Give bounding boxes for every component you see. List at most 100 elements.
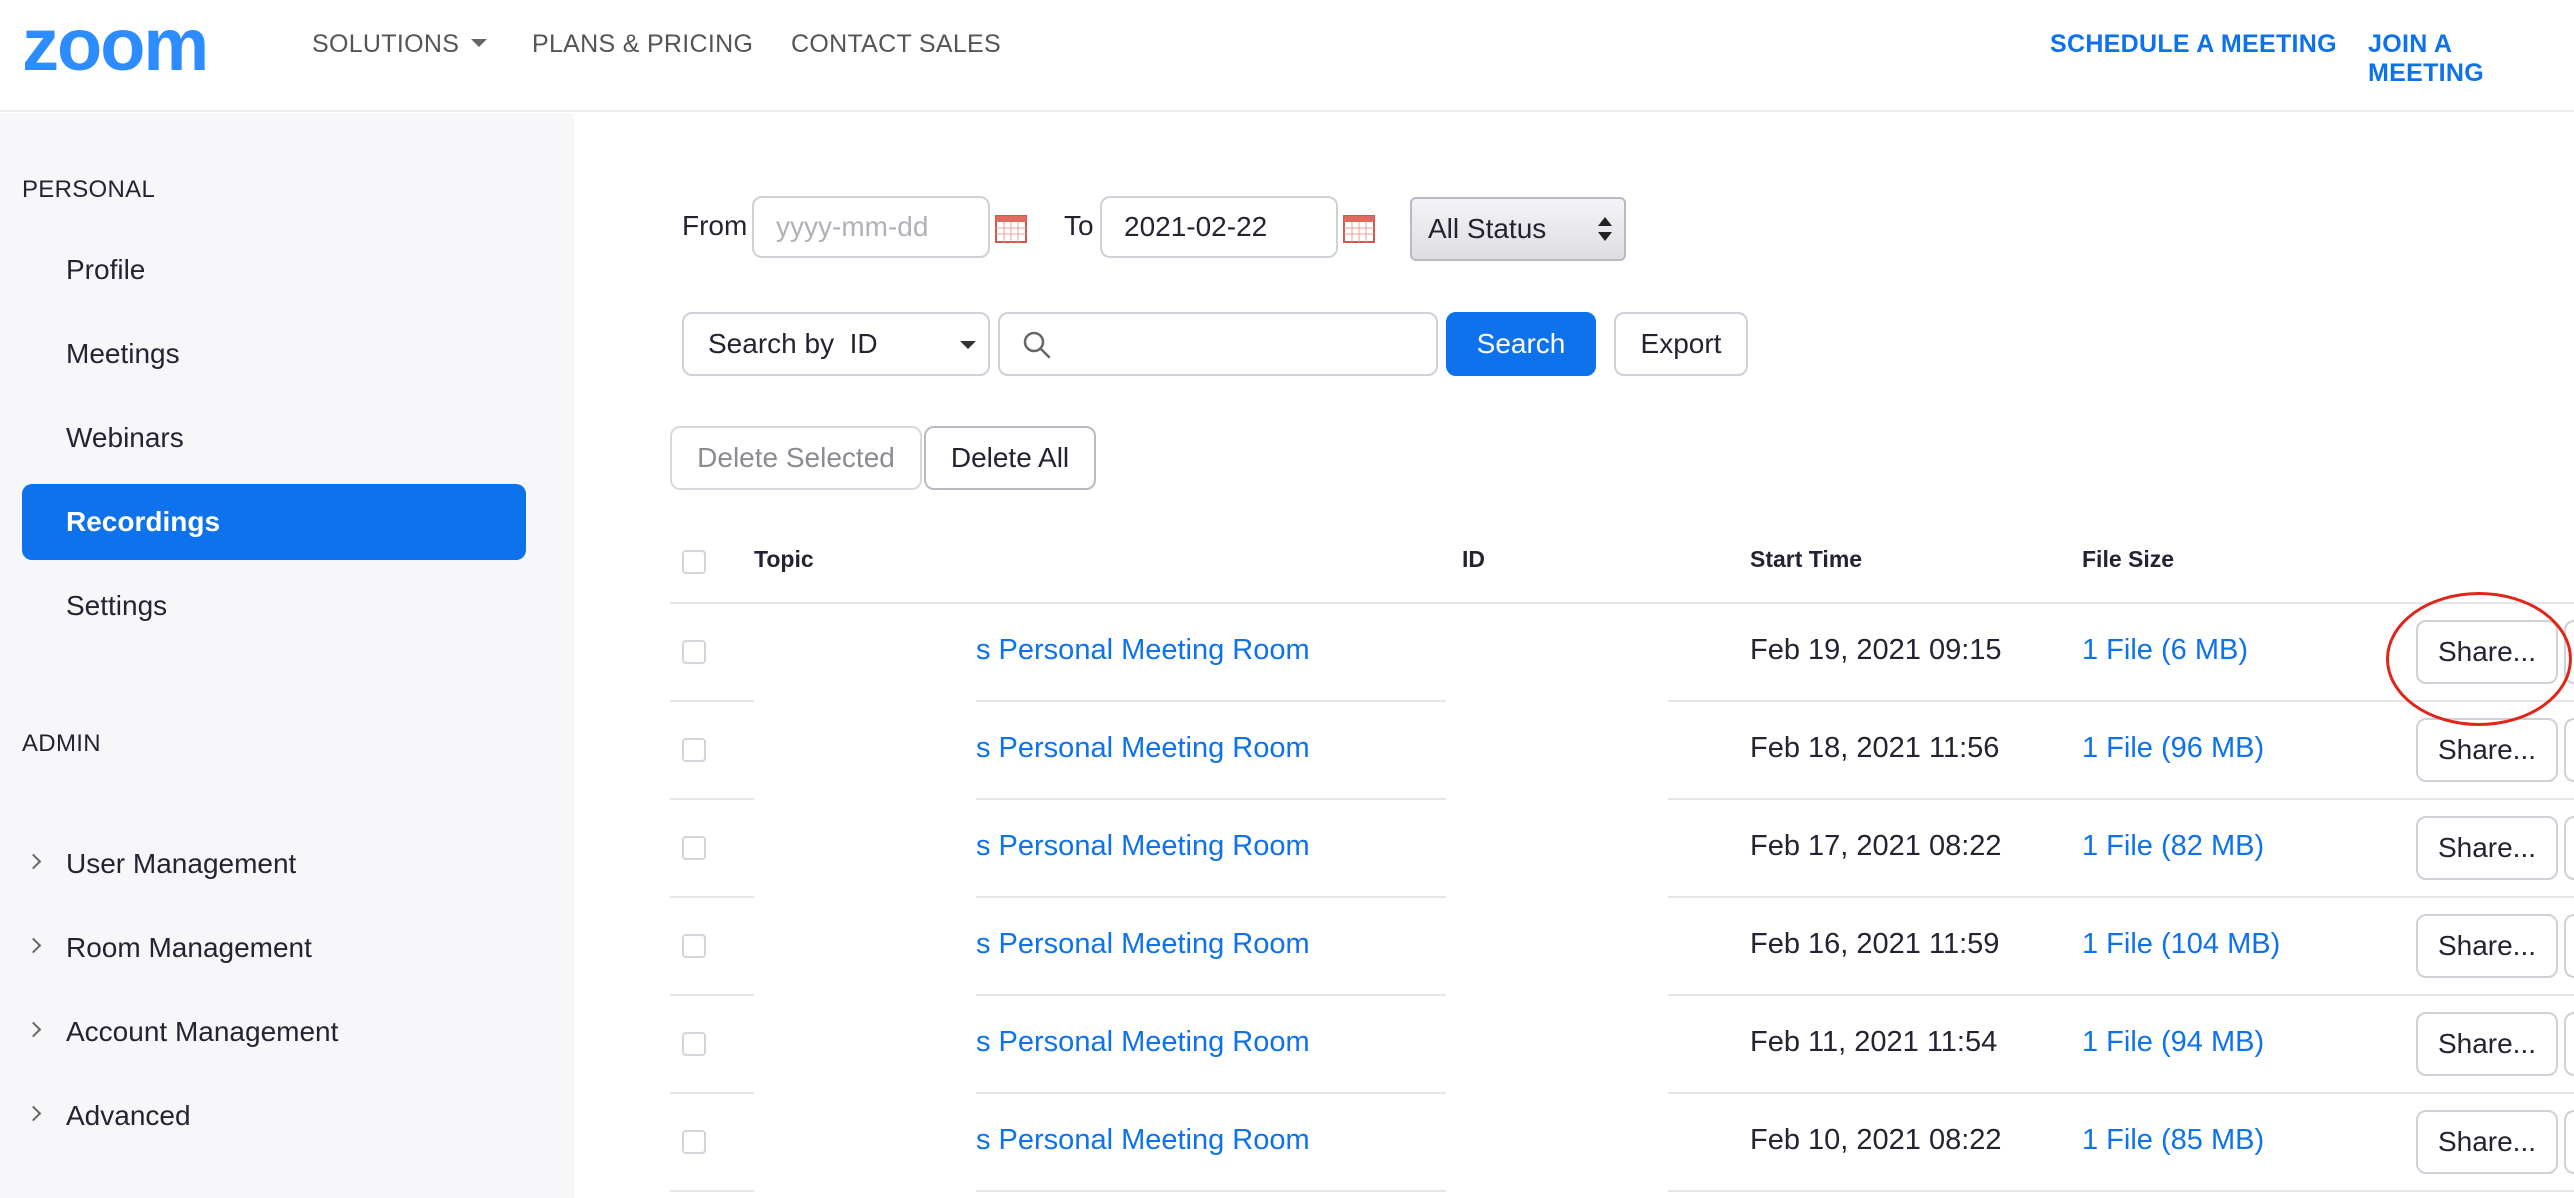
row-divider <box>670 1190 754 1192</box>
search-button[interactable]: Search <box>1446 312 1596 376</box>
search-input-wrapper[interactable] <box>998 312 1438 376</box>
nav-schedule-meeting[interactable]: SCHEDULE A MEETING <box>2050 30 2337 59</box>
recordings-table-header: Topic ID Start Time File Size <box>670 530 2574 604</box>
share-button[interactable]: Share... <box>2416 1110 2558 1174</box>
search-by-value: Search by ID <box>708 328 878 359</box>
sidebar-item-webinars[interactable]: Webinars <box>22 400 526 476</box>
more-button[interactable] <box>2564 1012 2574 1076</box>
export-button[interactable]: Export <box>1614 312 1748 376</box>
recording-file-size-link[interactable]: 1 File (94 MB) <box>2082 1026 2264 1059</box>
select-arrows-icon <box>1598 217 1612 243</box>
chevron-right-icon <box>25 937 42 954</box>
sidebar-item-settings[interactable]: Settings <box>22 568 526 644</box>
column-header-start-time[interactable]: Start Time <box>1750 546 1862 573</box>
share-button[interactable]: Share... <box>2416 718 2558 782</box>
chevron-right-icon <box>25 853 42 870</box>
row-checkbox[interactable] <box>682 836 706 860</box>
table-row: s Personal Meeting Room Feb 10, 2021 08:… <box>670 1094 2574 1192</box>
personal-heading: PERSONAL <box>22 176 156 203</box>
recording-topic-link[interactable]: s Personal Meeting Room <box>976 1124 1310 1157</box>
search-icon <box>1023 331 1051 359</box>
select-all-checkbox[interactable] <box>682 550 706 574</box>
sidebar-item-meetings[interactable]: Meetings <box>22 316 526 392</box>
recording-start-time: Feb 18, 2021 11:56 <box>1750 732 2000 764</box>
highlight-annotation-circle <box>2386 592 2572 726</box>
share-button[interactable]: Share... <box>2416 914 2558 978</box>
column-header-file-size[interactable]: File Size <box>2082 546 2174 573</box>
recording-file-size-link[interactable]: 1 File (96 MB) <box>2082 732 2264 765</box>
sidebar-item-profile[interactable]: Profile <box>22 232 526 308</box>
status-select[interactable]: All Status <box>1410 197 1626 261</box>
more-button[interactable] <box>2564 718 2574 782</box>
table-row: s Personal Meeting Room Feb 16, 2021 11:… <box>670 898 2574 996</box>
recording-topic-link[interactable]: s Personal Meeting Room <box>976 732 1310 765</box>
share-button[interactable]: Share... <box>2416 1012 2558 1076</box>
svg-text:zoom: zoom <box>22 18 207 78</box>
nav-contact-sales[interactable]: CONTACT SALES <box>791 30 1001 59</box>
sidebar-item-label: User Management <box>66 848 297 879</box>
row-checkbox[interactable] <box>682 640 706 664</box>
row-divider <box>976 1190 1446 1192</box>
recording-start-time: Feb 10, 2021 08:22 <box>1750 1124 2002 1156</box>
column-header-topic[interactable]: Topic <box>754 546 814 573</box>
recording-topic-link[interactable]: s Personal Meeting Room <box>976 928 1310 961</box>
table-row: s Personal Meeting Room Feb 18, 2021 11:… <box>670 702 2574 800</box>
status-select-value: All Status <box>1428 213 1547 244</box>
zoom-logo[interactable]: zoom <box>22 18 244 78</box>
nav-join-meeting[interactable]: JOIN A MEETING <box>2368 30 2574 88</box>
recording-file-size-link[interactable]: 1 File (82 MB) <box>2082 830 2264 863</box>
recording-topic-link[interactable]: s Personal Meeting Room <box>976 634 1310 667</box>
sidebar-item-room-management[interactable]: Room Management <box>22 910 526 986</box>
chevron-right-icon <box>25 1105 42 1122</box>
delete-all-button[interactable]: Delete All <box>924 426 1096 490</box>
sidebar-item-advanced[interactable]: Advanced <box>22 1078 526 1154</box>
more-button[interactable] <box>2564 914 2574 978</box>
row-checkbox[interactable] <box>682 738 706 762</box>
more-button[interactable] <box>2564 816 2574 880</box>
search-by-select[interactable]: Search by ID <box>682 312 990 376</box>
recording-start-time: Feb 11, 2021 11:54 <box>1750 1026 1998 1058</box>
calendar-icon[interactable] <box>995 213 1027 243</box>
table-row: s Personal Meeting Room Feb 11, 2021 11:… <box>670 996 2574 1094</box>
share-button[interactable]: Share... <box>2416 816 2558 880</box>
row-checkbox[interactable] <box>682 1130 706 1154</box>
to-label: To <box>1064 210 1094 241</box>
sidebar-item-recordings[interactable]: Recordings <box>22 484 526 560</box>
nav-solutions[interactable]: SOLUTIONS <box>312 30 488 59</box>
sidebar-item-label: Room Management <box>66 932 312 963</box>
delete-selected-button[interactable]: Delete Selected <box>670 426 922 490</box>
sidebar-item-user-management[interactable]: User Management <box>22 826 526 902</box>
from-label: From <box>682 210 748 241</box>
calendar-icon[interactable] <box>1343 213 1375 243</box>
from-date-field[interactable] <box>752 196 990 258</box>
table-row: s Personal Meeting Room Feb 19, 2021 09:… <box>670 604 2574 702</box>
zoom-logo-icon: zoom <box>22 18 209 78</box>
nav-plans-pricing[interactable]: PLANS & PRICING <box>532 30 753 59</box>
sidebar-item-label: Advanced <box>66 1100 191 1131</box>
recording-file-size-link[interactable]: 1 File (85 MB) <box>2082 1124 2264 1157</box>
table-row: s Personal Meeting Room Feb 17, 2021 08:… <box>670 800 2574 898</box>
row-divider <box>1668 1190 2574 1192</box>
sidebar-item-label: Account Management <box>66 1016 339 1047</box>
caret-down-icon <box>960 341 976 349</box>
to-date-field[interactable] <box>1100 196 1338 258</box>
row-checkbox[interactable] <box>682 934 706 958</box>
column-header-id[interactable]: ID <box>1462 546 1485 573</box>
top-navigation-bar: zoom SOLUTIONS PLANS & PRICING CONTACT S… <box>0 0 2574 112</box>
chevron-right-icon <box>25 1021 42 1038</box>
recording-start-time: Feb 19, 2021 09:15 <box>1750 634 2002 666</box>
recording-start-time: Feb 17, 2021 08:22 <box>1750 830 2002 862</box>
recording-start-time: Feb 16, 2021 11:59 <box>1750 928 2000 960</box>
row-checkbox[interactable] <box>682 1032 706 1056</box>
sidebar: PERSONAL Profile Meetings Webinars Recor… <box>0 113 574 1198</box>
nav-solutions-label: SOLUTIONS <box>312 30 460 58</box>
caret-down-icon <box>471 39 488 48</box>
admin-heading: ADMIN <box>22 730 101 757</box>
recording-file-size-link[interactable]: 1 File (6 MB) <box>2082 634 2248 667</box>
recording-topic-link[interactable]: s Personal Meeting Room <box>976 1026 1310 1059</box>
sidebar-item-account-management[interactable]: Account Management <box>22 994 526 1070</box>
recording-file-size-link[interactable]: 1 File (104 MB) <box>2082 928 2280 961</box>
more-button[interactable] <box>2564 1110 2574 1174</box>
search-input[interactable] <box>1060 318 1420 370</box>
recording-topic-link[interactable]: s Personal Meeting Room <box>976 830 1310 863</box>
